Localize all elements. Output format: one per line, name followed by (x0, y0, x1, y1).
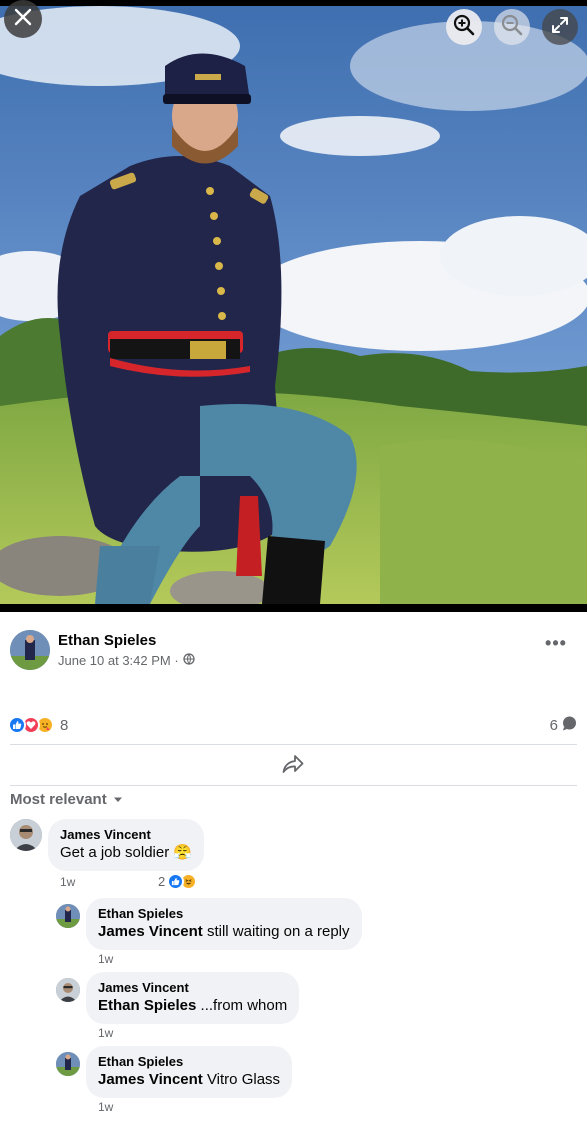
chevron-down-icon (113, 791, 123, 808)
close-button[interactable] (4, 0, 42, 38)
reply-mention[interactable]: Ethan Spieles (98, 997, 196, 1014)
reply-text: James Vincent still waiting on a reply (98, 922, 350, 942)
reply-time[interactable]: 1w (98, 1100, 113, 1114)
zoom-out-icon (501, 14, 523, 41)
post-reactions[interactable]: 8 (8, 714, 68, 736)
post-header: Ethan Spieles June 10 at 3:42 PM · ••• (10, 630, 577, 672)
share-icon (282, 754, 304, 779)
more-options-button[interactable]: ••• (543, 634, 569, 656)
reply-bubble[interactable]: Ethan Spieles James Vincent Vitro Glass (86, 1046, 293, 1098)
like-icon (8, 716, 26, 734)
post-meta: June 10 at 3:42 PM · (58, 653, 195, 668)
share-button[interactable] (277, 752, 309, 780)
reply-text: Ethan Spieles ...from whom (98, 996, 287, 1016)
comment-reactions[interactable]: 2 (158, 873, 198, 890)
zoom-in-icon (453, 14, 475, 41)
reply-author[interactable]: James Vincent (98, 980, 287, 996)
reply-text: James Vincent Vitro Glass (98, 1070, 280, 1090)
reaction-count: 8 (60, 716, 69, 734)
reply-time[interactable]: 1w (98, 1026, 113, 1040)
reply-mention[interactable]: James Vincent (98, 923, 203, 940)
reply-body: Vitro Glass (202, 1071, 281, 1088)
reply-author[interactable]: Ethan Spieles (98, 1054, 280, 1070)
expand-button[interactable] (542, 9, 578, 45)
zoom-out-button[interactable] (494, 9, 530, 45)
comment-count-value: 6 (549, 716, 558, 734)
comment-author[interactable]: James Vincent (60, 827, 192, 843)
sort-label: Most relevant (10, 791, 107, 808)
divider (10, 785, 577, 786)
comment-time[interactable]: 1w (60, 875, 75, 889)
expand-icon (550, 15, 570, 40)
commenter-avatar[interactable] (56, 1052, 80, 1076)
reply-body: still waiting on a reply (202, 923, 350, 940)
commenter-avatar[interactable] (10, 819, 42, 851)
divider (10, 744, 577, 745)
reply-body: ...from whom (196, 997, 288, 1014)
post-photo[interactable] (0, 0, 587, 612)
globe-icon (183, 653, 195, 668)
reply-time[interactable]: 1w (98, 952, 113, 966)
post-author-name[interactable]: Ethan Spieles (58, 632, 156, 649)
close-icon (14, 8, 32, 31)
soldier-photo (0, 6, 587, 604)
comment-bubble[interactable]: James Vincent Get a job soldier 😤 (48, 819, 205, 871)
comment-bubble-icon (562, 716, 577, 735)
comment-reaction-count: 2 (158, 874, 166, 889)
commenter-avatar[interactable] (56, 904, 80, 928)
author-avatar[interactable] (10, 630, 50, 670)
reply-bubble[interactable]: James Vincent Ethan Spieles ...from whom (86, 972, 300, 1024)
reply-mention[interactable]: James Vincent (98, 1071, 203, 1088)
comment-text: Get a job soldier 😤 (60, 844, 193, 861)
comment-count[interactable]: 6 (550, 714, 577, 736)
commenter-avatar[interactable] (56, 978, 80, 1002)
reply-author[interactable]: Ethan Spieles (98, 906, 350, 922)
post-timestamp[interactable]: June 10 at 3:42 PM · (58, 653, 179, 668)
zoom-in-button[interactable] (446, 9, 482, 45)
comment-sort-dropdown[interactable]: Most relevant (10, 791, 123, 808)
reply-bubble[interactable]: Ethan Spieles James Vincent still waitin… (86, 898, 362, 950)
